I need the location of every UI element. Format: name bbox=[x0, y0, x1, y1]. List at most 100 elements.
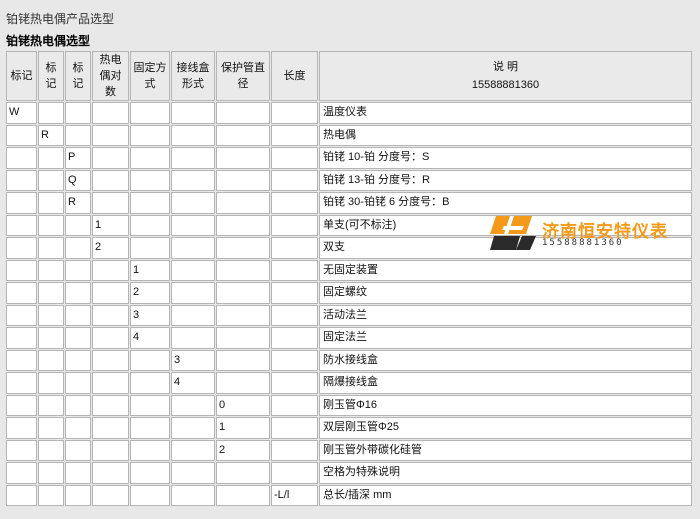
cell-mark-2 bbox=[38, 304, 64, 326]
cell-tube-diameter bbox=[216, 327, 270, 349]
cell-mark-1 bbox=[6, 237, 37, 259]
header-pairs: 热电偶对数 bbox=[92, 51, 129, 101]
cell-length bbox=[271, 192, 318, 214]
cell-tube-diameter bbox=[216, 169, 270, 191]
cell-mark-3 bbox=[65, 484, 91, 506]
cell-pairs bbox=[92, 372, 129, 394]
cell-tube-diameter bbox=[216, 147, 270, 169]
cell-tube-diameter bbox=[216, 282, 270, 304]
cell-description: 总长/插深 mm bbox=[319, 484, 692, 506]
cell-fixing bbox=[130, 462, 170, 484]
cell-fixing bbox=[130, 439, 170, 461]
cell-junction-box: 4 bbox=[171, 372, 215, 394]
cell-fixing bbox=[130, 484, 170, 506]
cell-tube-diameter bbox=[216, 237, 270, 259]
cell-mark-1 bbox=[6, 124, 37, 146]
table-row: 1 双层刚玉管Φ25 bbox=[6, 417, 692, 439]
cell-description: 热电偶 bbox=[319, 124, 692, 146]
cell-junction-box bbox=[171, 439, 215, 461]
cell-mark-2 bbox=[38, 259, 64, 281]
cell-mark-3 bbox=[65, 372, 91, 394]
document-frame: 铂铑热电偶产品选型 铂铑热电偶选型 标记 标记 标记 热电偶对数 固定方式 接线… bbox=[0, 0, 700, 519]
cell-description: 铂铑 13-铂 分度号：R bbox=[319, 169, 692, 191]
cell-mark-2 bbox=[38, 349, 64, 371]
cell-mark-3 bbox=[65, 237, 91, 259]
cell-length bbox=[271, 462, 318, 484]
header-length: 长度 bbox=[271, 51, 318, 101]
cell-fixing bbox=[130, 124, 170, 146]
cell-tube-diameter bbox=[216, 214, 270, 236]
cell-fixing bbox=[130, 372, 170, 394]
cell-description: 温度仪表 bbox=[319, 102, 692, 124]
cell-mark-2 bbox=[38, 237, 64, 259]
cell-mark-2 bbox=[38, 282, 64, 304]
cell-mark-1 bbox=[6, 169, 37, 191]
table-row: W 温度仪表 bbox=[6, 102, 692, 124]
cell-mark-3 bbox=[65, 417, 91, 439]
cell-tube-diameter bbox=[216, 304, 270, 326]
cell-fixing bbox=[130, 237, 170, 259]
selection-table: 标记 标记 标记 热电偶对数 固定方式 接线盒形式 保护管直径 长度 说 明 1… bbox=[5, 50, 693, 507]
cell-pairs bbox=[92, 304, 129, 326]
cell-mark-3 bbox=[65, 439, 91, 461]
cell-junction-box bbox=[171, 102, 215, 124]
cell-pairs bbox=[92, 439, 129, 461]
cell-tube-diameter bbox=[216, 102, 270, 124]
cell-mark-2 bbox=[38, 462, 64, 484]
cell-junction-box bbox=[171, 237, 215, 259]
cell-fixing: 3 bbox=[130, 304, 170, 326]
cell-mark-2 bbox=[38, 372, 64, 394]
cell-mark-3 bbox=[65, 394, 91, 416]
cell-tube-diameter: 1 bbox=[216, 417, 270, 439]
header-junction-box: 接线盒形式 bbox=[171, 51, 215, 101]
cell-length bbox=[271, 214, 318, 236]
header-mark-3: 标记 bbox=[65, 51, 91, 101]
cell-description: 活动法兰 bbox=[319, 304, 692, 326]
cell-mark-1 bbox=[6, 214, 37, 236]
page-title: 铂铑热电偶产品选型 bbox=[6, 12, 115, 26]
cell-description: 刚玉管Φ16 bbox=[319, 394, 692, 416]
header-fixing: 固定方式 bbox=[130, 51, 170, 101]
cell-fixing bbox=[130, 394, 170, 416]
cell-mark-1 bbox=[6, 394, 37, 416]
cell-junction-box bbox=[171, 192, 215, 214]
cell-tube-diameter bbox=[216, 192, 270, 214]
cell-fixing: 1 bbox=[130, 259, 170, 281]
cell-description: 铂铑 30-铂铑 6 分度号：B bbox=[319, 192, 692, 214]
cell-junction-box bbox=[171, 417, 215, 439]
cell-mark-3 bbox=[65, 124, 91, 146]
cell-fixing bbox=[130, 102, 170, 124]
cell-tube-diameter bbox=[216, 462, 270, 484]
table-row: 2 刚玉管外带碳化硅管 bbox=[6, 439, 692, 461]
cell-mark-2 bbox=[38, 417, 64, 439]
cell-tube-diameter bbox=[216, 124, 270, 146]
cell-length bbox=[271, 439, 318, 461]
cell-mark-3 bbox=[65, 214, 91, 236]
cell-pairs bbox=[92, 147, 129, 169]
table-row: 3 活动法兰 bbox=[6, 304, 692, 326]
table-row: R 铂铑 30-铂铑 6 分度号：B bbox=[6, 192, 692, 214]
cell-mark-1 bbox=[6, 372, 37, 394]
header-mark-2: 标记 bbox=[38, 51, 64, 101]
cell-length bbox=[271, 169, 318, 191]
cell-fixing bbox=[130, 192, 170, 214]
cell-length: -L/l bbox=[271, 484, 318, 506]
cell-pairs bbox=[92, 327, 129, 349]
cell-pairs bbox=[92, 484, 129, 506]
cell-mark-2 bbox=[38, 169, 64, 191]
cell-tube-diameter bbox=[216, 349, 270, 371]
cell-mark-3 bbox=[65, 462, 91, 484]
cell-mark-3 bbox=[65, 259, 91, 281]
cell-length bbox=[271, 327, 318, 349]
cell-description: 无固定装置 bbox=[319, 259, 692, 281]
header-description: 说 明 15588881360 bbox=[319, 51, 692, 101]
cell-mark-1 bbox=[6, 439, 37, 461]
cell-fixing bbox=[130, 417, 170, 439]
cell-mark-3 bbox=[65, 304, 91, 326]
cell-length bbox=[271, 237, 318, 259]
table-header-row: 标记 标记 标记 热电偶对数 固定方式 接线盒形式 保护管直径 长度 说 明 1… bbox=[6, 51, 692, 101]
cell-tube-diameter bbox=[216, 484, 270, 506]
table-row: R 热电偶 bbox=[6, 124, 692, 146]
cell-mark-3: R bbox=[65, 192, 91, 214]
cell-mark-3 bbox=[65, 102, 91, 124]
